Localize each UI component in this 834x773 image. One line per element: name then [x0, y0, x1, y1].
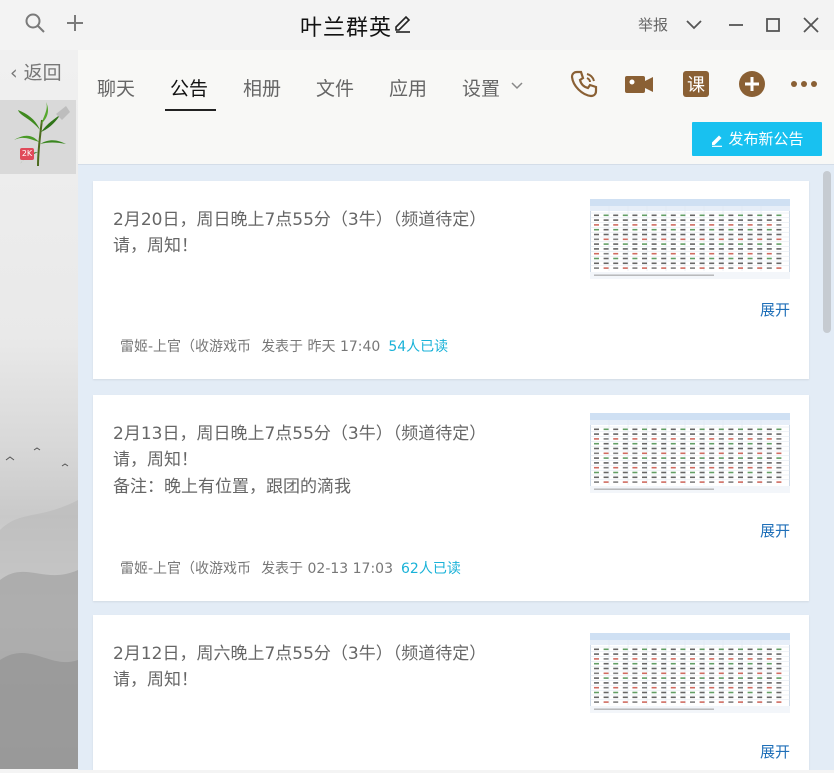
- tab-chat[interactable]: 聊天: [97, 74, 135, 101]
- announcement-line: 请，周知！: [113, 236, 198, 256]
- expand-link[interactable]: 展开: [760, 299, 790, 320]
- announcement-line: 请，周知！: [113, 670, 198, 690]
- minimize-icon[interactable]: [725, 14, 747, 36]
- announcement-line: 2月20日，周日晚上7点55分（3牛）（频道待定）: [113, 210, 487, 230]
- active-tab-indicator: [165, 109, 216, 111]
- phone-icon[interactable]: [568, 68, 600, 100]
- back-button[interactable]: ‹ 返回: [10, 58, 62, 85]
- more-icon[interactable]: [788, 68, 820, 100]
- chevron-down-icon[interactable]: [510, 78, 524, 92]
- group-avatar[interactable]: [0, 100, 76, 174]
- announcement-line: 2月12日，周六晚上7点55分（3牛）（频道待定）: [113, 644, 487, 664]
- main-panel: 聊天 公告 相册 文件 应用 设置 课 发布新公告 2月20日，周日晚上7点55…: [78, 50, 834, 770]
- sidebar: ‹ 返回 2K: [0, 50, 78, 769]
- avatar-badge: 2K: [20, 148, 34, 160]
- chevron-left-icon: ‹: [10, 62, 24, 84]
- add-icon[interactable]: [736, 68, 768, 100]
- announcement-thumbnail[interactable]: [590, 633, 790, 713]
- landscape-background: [0, 410, 78, 769]
- announcement-card[interactable]: 2月20日，周日晚上7点55分（3牛）（频道待定） 请，周知！ 展开 雷姬-上官…: [93, 181, 809, 379]
- title-bar: 叶兰群英 举报: [0, 0, 834, 50]
- video-icon[interactable]: [623, 68, 655, 100]
- author-name[interactable]: 雷姬-上官（收游戏币: [120, 339, 251, 355]
- post-time: 发表于 昨天 17:40: [261, 339, 381, 355]
- pen-icon: [712, 135, 723, 147]
- tab-apps[interactable]: 应用: [389, 74, 427, 101]
- tab-album[interactable]: 相册: [243, 74, 281, 101]
- expand-link[interactable]: 展开: [760, 741, 790, 762]
- tab-announcements[interactable]: 公告: [170, 74, 208, 101]
- announcement-thumbnail[interactable]: [590, 413, 790, 493]
- announcement-line: 2月13日，周日晚上7点55分（3牛）（频道待定）: [113, 424, 487, 444]
- announcement-meta: 雷姬-上官（收游戏币 发表于 昨天 17:40 54人已读: [120, 336, 448, 356]
- expand-link[interactable]: 展开: [760, 520, 790, 541]
- edit-icon[interactable]: [393, 14, 415, 36]
- announcement-toolbar: 发布新公告: [78, 114, 834, 164]
- announcement-meta: 雷姬-上官（收游戏币 发表于 02-13 17:03 62人已读: [120, 558, 461, 578]
- announcement-line: 请，周知！: [113, 450, 198, 470]
- tab-files[interactable]: 文件: [316, 74, 354, 101]
- window-title: 叶兰群英: [300, 16, 393, 41]
- tab-settings[interactable]: 设置: [462, 74, 500, 101]
- read-count[interactable]: 62人已读: [401, 561, 461, 577]
- plus-icon[interactable]: [62, 12, 88, 38]
- chevron-down-icon[interactable]: [683, 14, 705, 36]
- post-time: 发表于 02-13 17:03: [261, 561, 393, 577]
- announcement-line: 备注：晚上有位置，跟团的滴我: [113, 477, 351, 497]
- search-icon[interactable]: [22, 12, 48, 38]
- scrollbar-thumb[interactable]: [823, 171, 831, 333]
- announcement-thumbnail[interactable]: [590, 199, 790, 279]
- back-label: 返回: [23, 62, 62, 84]
- publish-label: 发布新公告: [728, 131, 804, 148]
- report-button[interactable]: 举报: [638, 14, 668, 35]
- tab-bar: 聊天 公告 相册 文件 应用 设置 课: [78, 50, 834, 114]
- course-label: 课: [687, 75, 705, 96]
- publish-announcement-button[interactable]: 发布新公告: [692, 122, 822, 156]
- announcement-card[interactable]: 2月13日，周日晚上7点55分（3牛）（频道待定） 请，周知！ 备注：晚上有位置…: [93, 395, 809, 601]
- announcement-list: 2月20日，周日晚上7点55分（3牛）（频道待定） 请，周知！ 展开 雷姬-上官…: [78, 164, 834, 770]
- read-count[interactable]: 54人已读: [388, 339, 448, 355]
- announcement-card[interactable]: 2月12日，周六晚上7点55分（3牛）（频道待定） 请，周知！ 展开: [93, 615, 809, 770]
- author-name[interactable]: 雷姬-上官（收游戏币: [120, 561, 251, 577]
- bamboo-icon: [0, 100, 76, 174]
- course-icon[interactable]: 课: [680, 68, 712, 100]
- maximize-icon[interactable]: [762, 14, 784, 36]
- close-icon[interactable]: [800, 14, 822, 36]
